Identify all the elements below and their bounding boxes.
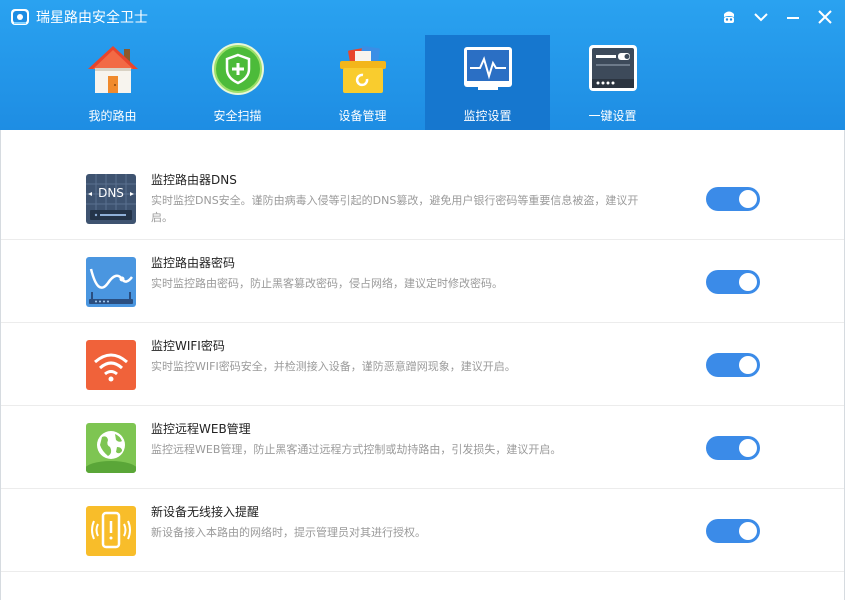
item-title: 监控路由器DNS xyxy=(151,173,237,187)
item-description: 新设备接入本路由的网络时，提示管理员对其进行授权。 xyxy=(151,526,426,539)
wifi-icon xyxy=(86,340,136,390)
toggle-knob xyxy=(739,356,757,374)
item-description: 实时监控路由密码，防止黑客篡改密码，侵占网络，建议定时修改密码。 xyxy=(151,277,503,290)
tab-monitor-settings[interactable]: 监控设置 xyxy=(425,35,550,130)
menu-chevron-icon xyxy=(754,13,768,22)
item-description: 实时监控DNS安全。谨防由病毒入侵等引起的DNS篡改，避免用户银行密码等重要信息… xyxy=(151,194,639,224)
tab-label: 我的路由 xyxy=(88,109,137,123)
list-item-remote-web: 监控远程WEB管理 监控远程WEB管理，防止黑客通过远程方式控制或劫持路由，引发… xyxy=(1,406,844,489)
title-bar: 瑞星路由安全卫士 我的路由 安全扫描 设备管理 监控设置 一键设置 xyxy=(0,0,845,130)
router-password-icon xyxy=(86,257,136,307)
dns-monitor-toggle[interactable] xyxy=(706,187,760,211)
item-title: 监控远程WEB管理 xyxy=(151,422,251,436)
list-item-new-device-alert: 新设备无线接入提醒 新设备接入本路由的网络时，提示管理员对其进行授权。 xyxy=(1,489,844,572)
router-password-toggle[interactable] xyxy=(706,270,760,294)
item-description: 实时监控WIFI密码安全，并检测接入设备，谨防恶意蹭网现象，建议开启。 xyxy=(151,360,516,373)
shield-plus-icon xyxy=(212,43,264,95)
toggle-knob xyxy=(739,439,757,457)
tab-my-router[interactable]: 我的路由 xyxy=(50,35,175,130)
minimize-button[interactable] xyxy=(779,4,807,30)
menu-button[interactable] xyxy=(747,4,775,30)
tab-label: 监控设置 xyxy=(463,109,512,123)
globe-icon xyxy=(86,423,136,473)
app-title-area: 瑞星路由安全卫士 xyxy=(10,6,148,28)
toggle-knob xyxy=(739,273,757,291)
skin-icon xyxy=(724,11,734,23)
item-title: 新设备无线接入提醒 xyxy=(151,505,260,519)
toolbox-icon xyxy=(340,45,386,93)
tab-one-click-settings[interactable]: 一键设置 xyxy=(550,35,675,130)
dns-router-icon: DNS xyxy=(86,174,136,224)
list-item-router-password: 监控路由器密码 实时监控路由密码，防止黑客篡改密码，侵占网络，建议定时修改密码。 xyxy=(1,240,844,323)
monitor-pulse-icon xyxy=(464,47,512,90)
phone-alert-icon xyxy=(86,506,136,556)
wifi-password-toggle[interactable] xyxy=(706,353,760,377)
monitor-settings-panel: DNS 监控路由器DNS 实时监控DNS安全。谨防由病毒入侵等引起的DNS篡改，… xyxy=(0,130,845,600)
tab-label: 一键设置 xyxy=(588,109,637,123)
remote-web-toggle[interactable] xyxy=(706,436,760,460)
app-title: 瑞星路由安全卫士 xyxy=(36,10,148,26)
close-button[interactable] xyxy=(811,4,839,30)
close-icon xyxy=(818,10,832,24)
item-title: 监控路由器密码 xyxy=(151,256,236,270)
list-item-wifi-password: 监控WIFI密码 实时监控WIFI密码安全，并检测接入设备，谨防恶意蹭网现象，建… xyxy=(1,323,844,406)
app-logo-icon xyxy=(11,9,29,25)
svg-text:DNS: DNS xyxy=(98,186,124,200)
item-title: 监控WIFI密码 xyxy=(151,339,225,353)
tab-label: 设备管理 xyxy=(338,109,387,123)
skin-button[interactable] xyxy=(715,4,743,30)
main-nav: 我的路由 安全扫描 设备管理 监控设置 一键设置 xyxy=(50,35,675,130)
tab-device-management[interactable]: 设备管理 xyxy=(300,35,425,130)
minimize-icon xyxy=(787,17,799,19)
item-description: 监控远程WEB管理，防止黑客通过远程方式控制或劫持路由，引发损失，建议开启。 xyxy=(151,443,562,456)
house-icon xyxy=(88,46,138,93)
list-item-dns: DNS 监控路由器DNS 实时监控DNS安全。谨防由病毒入侵等引起的DNS篡改，… xyxy=(1,157,844,240)
tab-label: 安全扫描 xyxy=(213,109,262,123)
router-settings-icon xyxy=(589,45,637,91)
toggle-knob xyxy=(739,190,757,208)
toggle-knob xyxy=(739,522,757,540)
tab-security-scan[interactable]: 安全扫描 xyxy=(175,35,300,130)
window-controls xyxy=(715,4,839,30)
new-device-alert-toggle[interactable] xyxy=(706,519,760,543)
